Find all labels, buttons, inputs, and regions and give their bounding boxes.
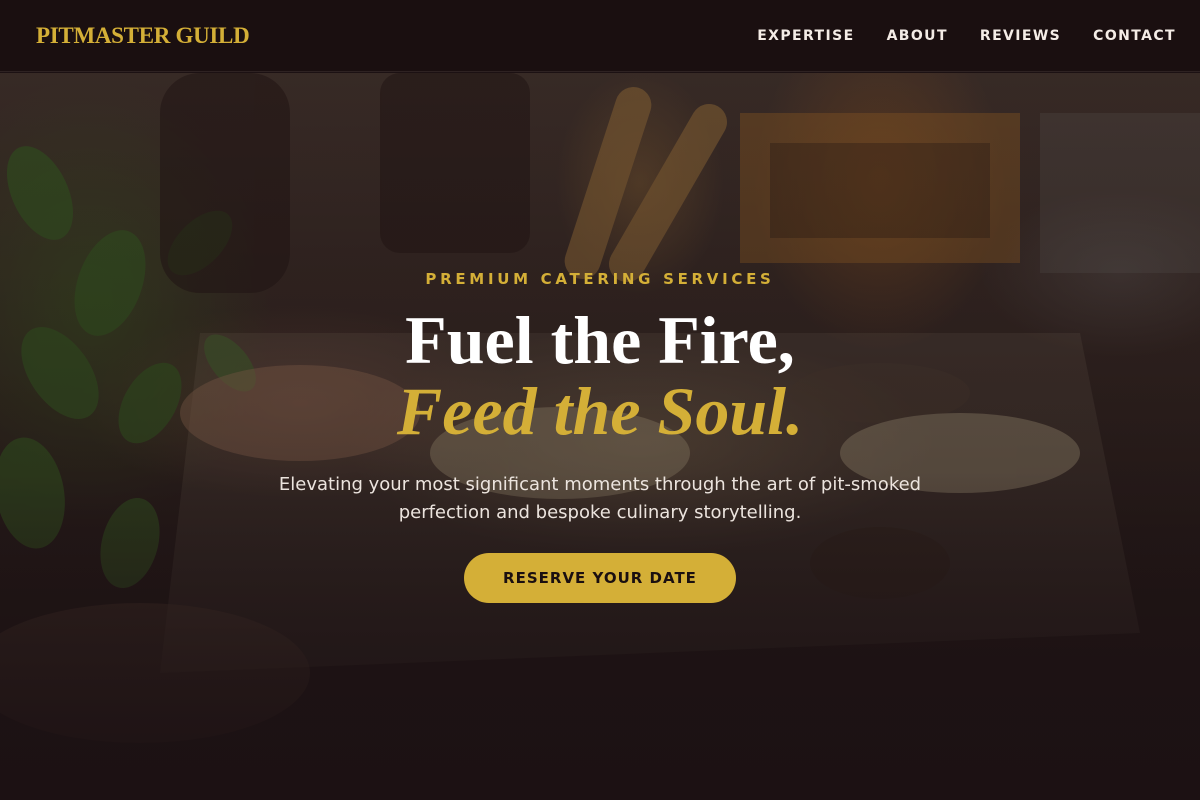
brand-logo[interactable]: PITMASTER GUILD	[36, 23, 250, 49]
nav-link-about[interactable]: ABOUT	[887, 28, 948, 44]
hero-subtitle: Elevating your most significant moments …	[278, 474, 922, 523]
nav-link-expertise[interactable]: EXPERTISE	[757, 28, 854, 44]
nav-links: EXPERTISE ABOUT REVIEWS CONTACT	[757, 28, 1176, 44]
hero-content: PREMIUM CATERING SERVICES Fuel the Fire,…	[0, 73, 1200, 800]
top-navbar: PITMASTER GUILD EXPERTISE ABOUT REVIEWS …	[0, 0, 1200, 72]
hero-eyebrow: PREMIUM CATERING SERVICES	[425, 270, 775, 288]
hero-headline-line1: Fuel the Fire,	[405, 302, 795, 378]
hero-headline-line2: Feed the Soul.	[396, 373, 804, 449]
nav-link-reviews[interactable]: REVIEWS	[980, 28, 1061, 44]
hero-section: PREMIUM CATERING SERVICES Fuel the Fire,…	[0, 73, 1200, 800]
reserve-date-button[interactable]: RESERVE YOUR DATE	[464, 553, 736, 603]
nav-link-contact[interactable]: CONTACT	[1093, 28, 1176, 44]
